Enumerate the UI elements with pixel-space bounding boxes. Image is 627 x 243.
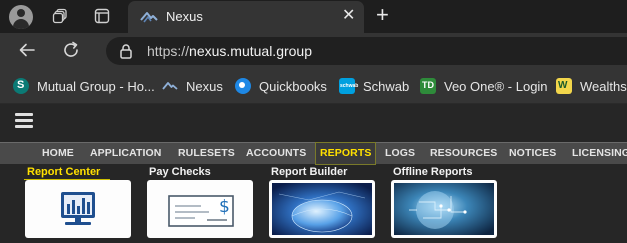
nav-home[interactable]: HOME xyxy=(42,143,74,164)
bookmark-schwab[interactable]: schwab Schwab xyxy=(339,77,409,95)
check-icon: $ xyxy=(168,195,234,227)
monitor-chart-icon xyxy=(61,192,95,225)
nav-accounts[interactable]: ACCOUNTS xyxy=(246,143,306,164)
nexus-icon xyxy=(162,82,178,90)
bookmark-quickbooks[interactable]: Quickbooks xyxy=(235,77,327,95)
bookmark-nexus[interactable]: Nexus xyxy=(162,77,223,95)
back-arrow-icon[interactable] xyxy=(17,40,37,60)
tab-title: Nexus xyxy=(166,9,203,24)
nav-rulesets[interactable]: RULESETS xyxy=(178,143,235,164)
schwab-icon: schwab xyxy=(339,78,358,94)
close-tab-icon[interactable]: ✕ xyxy=(342,7,355,25)
nav-reports[interactable]: REPORTS xyxy=(315,142,377,165)
nav-notices[interactable]: NOTICES xyxy=(509,143,556,164)
circuit-globe-image xyxy=(394,183,494,235)
hamburger-menu-icon[interactable] xyxy=(15,113,33,128)
bookmark-mutual-group[interactable]: S Mutual Group - Ho... xyxy=(13,77,155,95)
address-bar[interactable]: https://nexus.mutual.group xyxy=(106,37,627,65)
nav-licensing[interactable]: LICENSING xyxy=(572,143,627,164)
nexus-favicon-icon xyxy=(140,12,158,23)
page-content: HOME APPLICATION RULESETS ACCOUNTS REPOR… xyxy=(0,104,627,243)
bookmarks-bar: S Mutual Group - Ho... Nexus Quickbooks … xyxy=(0,69,627,104)
globe-image xyxy=(272,183,372,235)
report-center-label[interactable]: Report Center xyxy=(27,166,100,178)
report-center-card[interactable] xyxy=(25,180,131,238)
new-tab-icon[interactable]: + xyxy=(376,4,389,26)
tab-nexus[interactable]: Nexus ✕ xyxy=(128,1,364,33)
nav-application[interactable]: APPLICATION xyxy=(90,143,162,164)
workspaces-icon[interactable] xyxy=(52,8,68,24)
tab-strip: Nexus ✕ + xyxy=(0,0,627,33)
pay-checks-card[interactable]: $ xyxy=(147,180,253,238)
main-nav: HOME APPLICATION RULESETS ACCOUNTS REPOR… xyxy=(0,142,627,165)
lock-icon[interactable] xyxy=(119,43,133,59)
svg-text:$: $ xyxy=(219,197,230,217)
offline-reports-card[interactable] xyxy=(391,180,497,238)
pay-checks-label[interactable]: Pay Checks xyxy=(149,166,211,178)
bookmark-wealthscape[interactable]: W Wealthsc xyxy=(556,77,627,95)
sharepoint-icon: S xyxy=(13,78,29,94)
nav-logs[interactable]: LOGS xyxy=(385,143,415,164)
browser-toolbar: https://nexus.mutual.group xyxy=(0,33,627,69)
tab-actions-icon[interactable] xyxy=(94,8,110,24)
url-text[interactable]: https://nexus.mutual.group xyxy=(147,43,312,59)
bookmark-veo-one[interactable]: TD Veo One® - Login xyxy=(420,77,548,95)
profile-avatar[interactable] xyxy=(9,5,33,29)
report-builder-card[interactable] xyxy=(269,180,375,238)
nav-resources[interactable]: RESOURCES xyxy=(430,143,497,164)
reload-icon[interactable] xyxy=(61,40,81,60)
td-icon: TD xyxy=(420,78,436,94)
quickbooks-icon xyxy=(235,78,251,94)
offline-reports-label[interactable]: Offline Reports xyxy=(393,166,472,178)
report-builder-label[interactable]: Report Builder xyxy=(271,166,347,178)
wealthscape-icon: W xyxy=(556,78,572,94)
